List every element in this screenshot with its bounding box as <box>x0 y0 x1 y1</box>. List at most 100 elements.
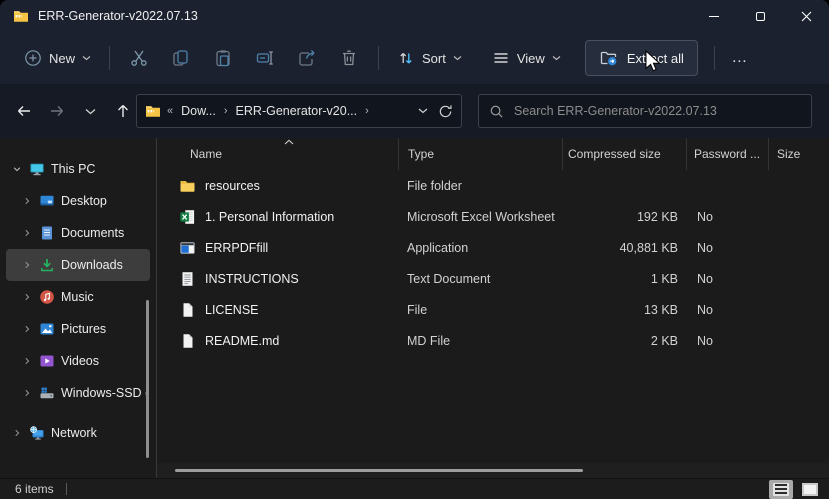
file-row-instructions[interactable]: INSTRUCTIONS Text Document 1 KB No <box>157 263 829 294</box>
sidebar-item-music[interactable]: Music <box>6 281 150 313</box>
maximize-button[interactable] <box>737 0 783 32</box>
cut-icon <box>131 50 147 66</box>
chevron-right-icon[interactable] <box>18 388 36 398</box>
status-bar: 6 items <box>0 478 829 499</box>
back-icon <box>18 106 30 116</box>
command-bar: New Sort View Extract all … <box>0 32 829 84</box>
status-divider <box>65 483 67 495</box>
chevron-right-icon[interactable] <box>18 196 36 206</box>
large-icons-view-button[interactable] <box>798 480 822 499</box>
sidebar-item-windows-ssd[interactable]: Windows-SSD ( <box>6 377 150 409</box>
file-row-readme[interactable]: README.md MD File 2 KB No <box>157 325 829 356</box>
column-header-type[interactable]: Type <box>398 138 562 170</box>
window-title: ERR-Generator-v2022.07.13 <box>38 9 198 23</box>
chevron-right-icon[interactable] <box>18 324 36 334</box>
address-dropdown-icon[interactable] <box>418 108 428 114</box>
details-view-icon <box>773 482 789 496</box>
column-header-compressed-size[interactable]: Compressed size <box>562 138 686 170</box>
file-name: README.md <box>205 333 280 348</box>
file-row-resources[interactable]: resources File folder <box>157 170 829 201</box>
share-button[interactable] <box>286 40 328 76</box>
new-button[interactable]: New <box>14 40 101 76</box>
up-icon <box>118 105 128 117</box>
breadcrumb-downloads[interactable]: Dow... <box>177 104 220 118</box>
chevron-down-icon[interactable] <box>8 164 26 174</box>
share-icon <box>299 49 315 66</box>
column-header-size[interactable]: Size <box>768 138 829 170</box>
breadcrumb-overflow[interactable]: « <box>163 105 177 117</box>
file-compressed-size: 192 KB <box>636 209 678 224</box>
paste-button[interactable] <box>202 40 244 76</box>
details-view-button[interactable] <box>769 479 793 499</box>
file-row-personal-information[interactable]: 1. Personal Information Microsoft Excel … <box>157 201 829 232</box>
recent-locations-button[interactable] <box>74 95 106 127</box>
breadcrumb-current-folder[interactable]: ERR-Generator-v20... <box>232 104 362 118</box>
toolbar-separator <box>713 46 715 70</box>
horizontal-scrollbar-track[interactable] <box>157 463 829 478</box>
navigation-pane: This PC Desktop Documents Downloads Musi <box>0 138 157 478</box>
sidebar-item-this-pc[interactable]: This PC <box>6 153 150 185</box>
close-button[interactable] <box>783 0 829 32</box>
file-type: File folder <box>407 178 462 193</box>
file-password: No <box>697 240 713 255</box>
paste-icon <box>216 50 230 67</box>
sidebar-item-videos[interactable]: Videos <box>6 345 150 377</box>
file-password: No <box>697 209 713 224</box>
sort-ascending-icon <box>284 139 294 145</box>
rename-icon <box>256 51 273 65</box>
main-area: This PC Desktop Documents Downloads Musi <box>0 138 829 478</box>
file-row-errpdffill[interactable]: ERRPDFfill Application 40,881 KB No <box>157 232 829 263</box>
close-icon <box>801 11 811 21</box>
sidebar-item-documents[interactable]: Documents <box>6 217 150 249</box>
file-row-license[interactable]: LICENSE File 13 KB No <box>157 294 829 325</box>
horizontal-scrollbar-thumb[interactable] <box>175 469 583 472</box>
delete-icon <box>343 50 356 66</box>
chevron-right-icon[interactable] <box>18 292 36 302</box>
minimize-button[interactable] <box>691 0 737 32</box>
sidebar-item-label: Downloads <box>61 258 123 272</box>
column-header-password[interactable]: Password ... <box>686 138 768 170</box>
refresh-icon[interactable] <box>438 104 453 119</box>
breadcrumb-separator[interactable]: › <box>220 105 232 117</box>
column-header-name[interactable]: Name <box>157 138 398 170</box>
forward-button[interactable] <box>41 95 73 127</box>
rename-button[interactable] <box>244 40 286 76</box>
cut-button[interactable] <box>118 40 160 76</box>
up-button[interactable] <box>107 95 139 127</box>
sort-button-label: Sort <box>422 50 446 66</box>
videos-icon <box>39 353 56 369</box>
search-input[interactable] <box>514 104 801 118</box>
file-compressed-size: 40,881 KB <box>619 240 678 255</box>
view-button[interactable]: View <box>482 40 571 76</box>
sidebar-item-network[interactable]: Network <box>6 417 150 449</box>
extract-all-button[interactable]: Extract all <box>584 40 698 76</box>
breadcrumb-separator[interactable]: › <box>361 105 373 117</box>
sort-icon <box>400 53 412 64</box>
sidebar-item-label: Windows-SSD ( <box>61 386 150 400</box>
new-button-label: New <box>49 50 76 66</box>
chevron-right-icon[interactable] <box>18 356 36 366</box>
sidebar-item-label: Pictures <box>61 322 107 336</box>
back-button[interactable] <box>8 95 40 127</box>
file-type: File <box>407 302 428 317</box>
search-box[interactable] <box>478 94 812 128</box>
toolbar-separator <box>378 46 380 70</box>
file-name: 1. Personal Information <box>205 209 335 224</box>
copy-button[interactable] <box>160 40 202 76</box>
sidebar-item-downloads[interactable]: Downloads <box>6 249 150 281</box>
delete-button[interactable] <box>328 40 370 76</box>
sidebar-item-label: Desktop <box>61 194 107 208</box>
chevron-right-icon[interactable] <box>8 428 26 438</box>
sidebar-item-desktop[interactable]: Desktop <box>6 185 150 217</box>
chevron-right-icon[interactable] <box>18 260 36 270</box>
recent-locations-icon <box>85 108 95 114</box>
file-compressed-size: 2 KB <box>650 333 678 348</box>
sort-button[interactable]: Sort <box>387 40 472 76</box>
address-bar[interactable]: « Dow... › ERR-Generator-v20... › <box>136 94 462 128</box>
chevron-right-icon[interactable] <box>18 228 36 238</box>
file-password: No <box>697 302 713 317</box>
sidebar-scrollbar[interactable] <box>146 300 149 458</box>
file-icon <box>179 302 196 318</box>
sidebar-item-pictures[interactable]: Pictures <box>6 313 150 345</box>
see-more-button[interactable]: … <box>723 40 757 76</box>
